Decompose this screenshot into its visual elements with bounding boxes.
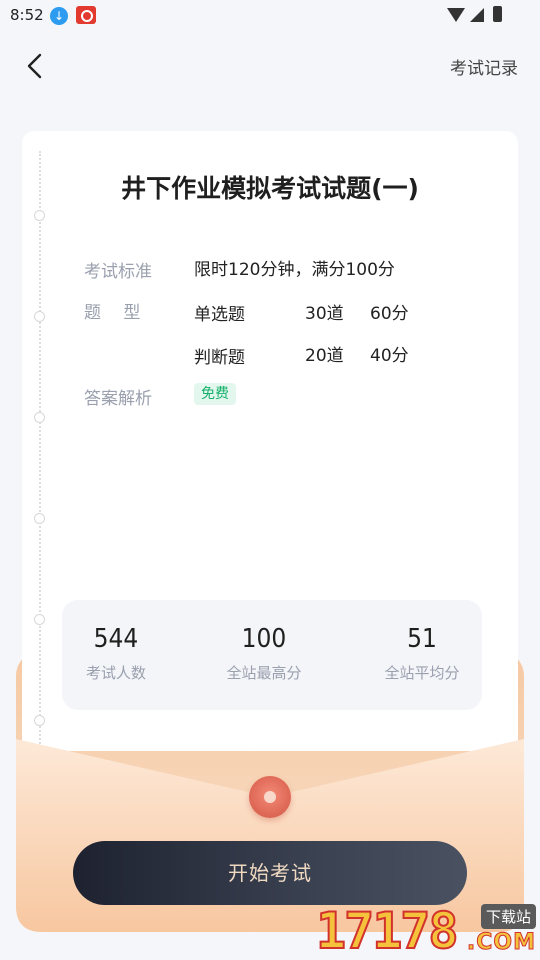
true-false-score: 40分 [370,346,409,366]
stat-average: 51 全站平均分 [352,600,492,683]
timeline-dot [34,715,45,726]
red-app-icon [76,6,96,24]
stat-highest: 100 全站最高分 [194,600,334,683]
battery-icon [493,6,502,22]
watermark-tag: 下载站 [480,904,536,929]
seal-button [249,776,291,818]
free-badge: 免费 [194,383,236,405]
timeline-dot [34,210,45,221]
timeline-dot [34,412,45,423]
timeline-dot [34,513,45,524]
true-false-count: 20道 [305,346,344,366]
timeline-dot [34,614,45,625]
stats-panel: 544 考试人数 100 全站最高分 51 全站平均分 [62,600,482,710]
exam-records-link[interactable]: 考试记录 [450,54,518,79]
true-false-name: 判断题 [194,348,245,368]
stat-participants-label: 考试人数 [85,664,146,682]
wifi-icon [447,8,465,22]
stat-highest-value: 100 [241,624,287,654]
question-type-label: 题 型 [84,303,141,323]
watermark-digits: 17178 [315,902,460,960]
exam-card: 井下作业模拟考试试题(一) 考试标准 限时120分钟，满分100分 题 型 单选… [22,131,518,751]
single-choice-name: 单选题 [194,305,245,325]
standard-label: 考试标准 [84,262,152,282]
start-exam-button[interactable]: 开始考试 [73,841,467,905]
download-app-icon: ↓ [50,7,68,25]
single-choice-score: 60分 [370,304,409,324]
status-time: 8:52 [10,6,44,24]
timeline-dot [34,311,45,322]
single-choice-count: 30道 [305,304,344,324]
watermark-domain: .COM [466,930,536,956]
timeline-line [39,151,41,751]
answer-analysis-label: 答案解析 [84,389,152,409]
chevron-left-icon [27,53,42,79]
stat-average-value: 51 [407,624,437,654]
stat-participants: 544 考试人数 [46,600,186,683]
signal-icon [470,8,484,22]
watermark-logo: 17178 下载站 .COM [315,902,540,960]
exam-title: 井下作业模拟考试试题(一) [121,174,419,203]
standard-value: 限时120分钟，满分100分 [194,260,395,280]
stat-highest-label: 全站最高分 [226,664,302,682]
stat-participants-value: 544 [93,624,139,654]
back-button[interactable] [22,52,50,80]
stat-average-label: 全站平均分 [384,664,460,682]
status-bar: 8:52 ↓ [0,0,540,32]
